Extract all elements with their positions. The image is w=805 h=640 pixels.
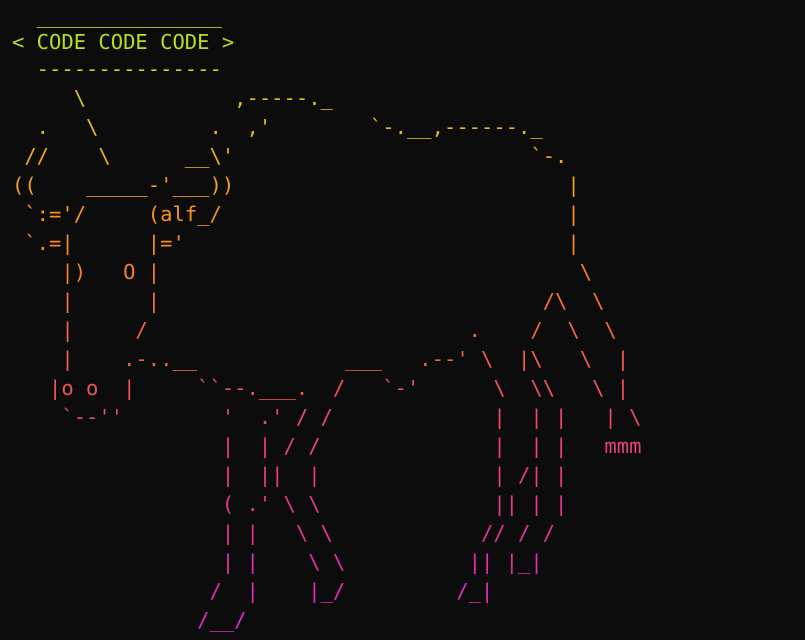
ascii-line: < CODE CODE CODE > — [12, 30, 235, 54]
ascii-line: \ ,-----._ — [12, 86, 333, 110]
ascii-line: // \ __\' `-. — [12, 144, 568, 168]
ascii-line: | | \ \ // / / — [12, 521, 556, 545]
ascii-line: _______________ — [12, 4, 222, 28]
ascii-line: `--'' ' .' / / | | | | \ — [12, 405, 642, 429]
ascii-line: ( .' \ \ || | | — [12, 492, 568, 516]
ascii-line: --------------- — [12, 57, 222, 81]
ascii-line: | / . / \ \ — [12, 318, 617, 342]
ascii-line: |o o | ``--.___. / `-' \ \\ \ | — [12, 376, 630, 400]
ascii-line: | | /\ \ — [12, 289, 605, 313]
ascii-line: `.=| |=' | — [12, 231, 580, 255]
ascii-line: `:='/ (alf_/ | — [12, 202, 580, 226]
ascii-line: / | |_/ /_| — [12, 579, 494, 603]
ascii-line: | | / / | | | mmm — [12, 434, 642, 458]
ascii-line: | .-..__ ___ .--' \ |\ \ | — [12, 347, 630, 371]
ascii-line: | || | | /| | — [12, 463, 568, 487]
ascii-line: |) O | \ — [12, 260, 593, 284]
ascii-line: /__/ — [12, 608, 247, 632]
terminal-window: _______________ < CODE CODE CODE > -----… — [0, 0, 805, 640]
ascii-line: . \ . ,' `-.__,------._ — [12, 115, 543, 139]
ascii-line: (( _____-'___)) | — [12, 173, 580, 197]
ascii-line: | | \ \ || |_| — [12, 550, 543, 574]
